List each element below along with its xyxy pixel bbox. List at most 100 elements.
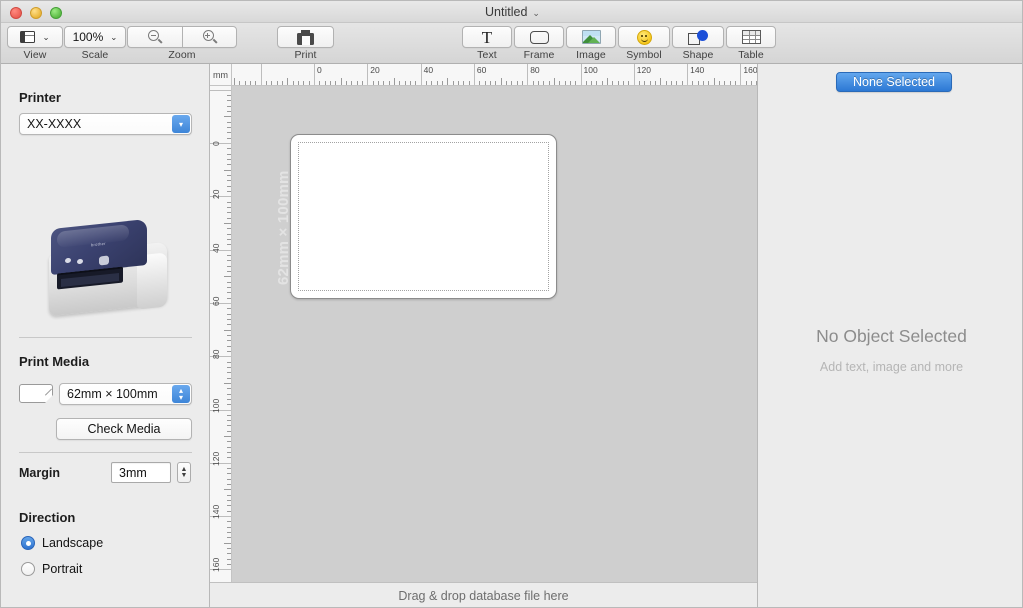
- photo-icon: [581, 30, 601, 44]
- ruler-tick: [756, 81, 757, 85]
- ruler-tick: [227, 308, 231, 310]
- toolbar-group-view: ⌄ View: [7, 26, 63, 61]
- ruler-tick: [227, 532, 231, 534]
- horizontal-ruler[interactable]: 0 20 40 60 80 100 120 140 160: [232, 64, 757, 86]
- label-sheet[interactable]: [290, 134, 557, 300]
- toolbar: ⌄ View 100% ⌄ Scale Zoom Print T Text Fr…: [1, 23, 1022, 64]
- ruler-label: 60: [476, 65, 487, 75]
- print-button[interactable]: [277, 26, 334, 48]
- ruler-tick: [227, 414, 231, 416]
- view-popup-button[interactable]: ⌄: [7, 26, 63, 48]
- square-circle-icon: [688, 29, 708, 45]
- ruler-tick: [319, 81, 321, 85]
- ruler-tick: [489, 81, 491, 85]
- ruler-tick: [227, 127, 231, 128]
- ruler-tick: [751, 81, 753, 85]
- add-shape-button[interactable]: [672, 26, 724, 48]
- direction-option-portrait[interactable]: Portrait: [21, 562, 82, 576]
- ruler-tick: [227, 345, 231, 347]
- ruler-tick: [404, 81, 406, 85]
- ruler-tick: [473, 64, 475, 85]
- zoom-segmented-control: [127, 26, 237, 48]
- ruler-tick: [660, 78, 662, 85]
- ruler-tick: [367, 64, 369, 85]
- ruler-tick: [543, 81, 545, 85]
- ruler-tick: [335, 81, 337, 85]
- add-table-button[interactable]: [726, 26, 776, 48]
- ruler-label: 100: [211, 398, 221, 413]
- add-image-button[interactable]: [566, 26, 616, 48]
- margin-input[interactable]: 3mm: [111, 462, 171, 483]
- ruler-tick: [227, 185, 231, 187]
- ruler-tick: [308, 81, 310, 85]
- vertical-ruler[interactable]: 0 20 40 60 80 100 120 140 160: [210, 86, 232, 607]
- ruler-tick: [607, 78, 609, 85]
- ruler-tick: [227, 233, 231, 235]
- inspector-empty-state: No Object Selected Add text, image and m…: [759, 326, 1022, 374]
- add-text-button[interactable]: T: [462, 26, 512, 48]
- radio-selected-icon[interactable]: [21, 536, 35, 550]
- margin-label: Margin: [19, 466, 60, 480]
- printer-section-heading: Printer: [19, 90, 61, 105]
- ruler-tick: [227, 286, 231, 288]
- add-symbol-button[interactable]: [618, 26, 670, 48]
- ruler-tick: [655, 81, 657, 85]
- chevron-down-icon[interactable]: ⌄: [532, 8, 540, 19]
- ruler-label: 0: [317, 65, 322, 75]
- ruler-tick: [260, 64, 262, 85]
- canvas-scroll-view[interactable]: 62mm × 100mm: [232, 86, 757, 582]
- zoom-out-icon: [148, 30, 163, 44]
- ruler-tick: [521, 81, 523, 85]
- ruler-tick: [553, 78, 555, 85]
- ruler-tick: [227, 254, 231, 256]
- ruler-tick: [271, 81, 273, 85]
- document-title[interactable]: Untitled ⌄: [1, 1, 1022, 23]
- ruler-tick: [463, 81, 465, 85]
- rounded-rect-icon: [529, 30, 549, 44]
- ruler-tick: [692, 81, 694, 85]
- print-media-select[interactable]: 62mm × 100mm ▴ ▾: [59, 383, 192, 405]
- ruler-tick: [735, 81, 737, 85]
- sidebar-layout-icon: [20, 31, 36, 43]
- ruler-tick: [224, 382, 231, 384]
- inspector-selection-tab[interactable]: None Selected: [836, 72, 953, 92]
- database-drop-bar[interactable]: Drag & drop database file here: [210, 582, 757, 607]
- ruler-label: 20: [211, 189, 221, 200]
- ruler-tick: [227, 313, 231, 315]
- ruler-tick: [351, 81, 353, 85]
- scale-popup-button[interactable]: 100% ⌄: [64, 26, 126, 48]
- zoom-out-button[interactable]: [127, 26, 182, 48]
- ruler-label: 80: [211, 349, 221, 360]
- ruler-tick: [227, 372, 231, 374]
- toolbar-group-table: Table: [726, 26, 776, 61]
- ruler-tick: [227, 105, 231, 107]
- ruler-tick: [227, 425, 231, 427]
- ruler-label: 20: [370, 65, 380, 75]
- stepper-down-icon[interactable]: ▼: [181, 472, 188, 479]
- ruler-tick: [505, 81, 507, 85]
- ruler-tick: [227, 95, 231, 97]
- ruler-tick: [527, 64, 529, 85]
- ruler-tick: [227, 430, 231, 432]
- toolbar-group-frame: Frame: [514, 26, 564, 61]
- print-media-value: 62mm × 100mm: [67, 387, 158, 401]
- ruler-tick: [227, 393, 231, 395]
- ruler-tick: [227, 553, 231, 555]
- ruler-tick: [596, 81, 598, 85]
- radio-unselected-icon[interactable]: [21, 562, 35, 576]
- check-media-button[interactable]: Check Media: [56, 418, 192, 440]
- ruler-tick: [227, 494, 231, 496]
- direction-option-landscape[interactable]: Landscape: [21, 536, 103, 550]
- add-frame-button[interactable]: [514, 26, 564, 48]
- margin-stepper[interactable]: ▲ ▼: [177, 462, 191, 483]
- printer-select[interactable]: XX-XXXX ▾: [19, 113, 192, 135]
- ruler-label: 40: [211, 243, 221, 253]
- ruler-tick: [227, 334, 231, 336]
- ruler-tick: [227, 361, 231, 363]
- ruler-tick: [227, 281, 231, 283]
- ruler-tick: [227, 148, 231, 150]
- ruler-tick: [591, 81, 593, 85]
- ruler-tick: [447, 78, 449, 85]
- ruler-tick: [224, 169, 231, 171]
- zoom-in-button[interactable]: [182, 26, 237, 48]
